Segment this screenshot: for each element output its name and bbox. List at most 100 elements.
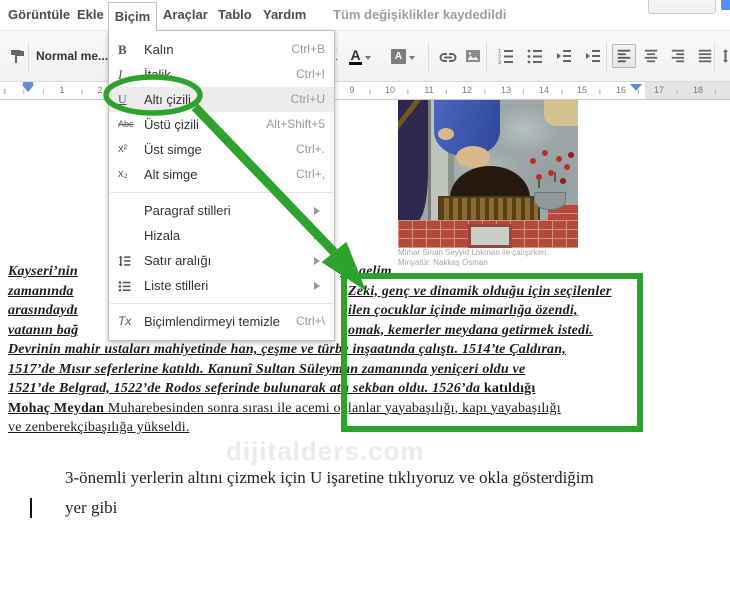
figure-caption-line1: Mimar Sinan Seyyid Lokman ile çalışırken… [398, 248, 549, 257]
left-indent-marker[interactable] [22, 85, 34, 92]
svg-text:3: 3 [498, 60, 501, 65]
insert-image-icon[interactable] [461, 44, 485, 68]
menu-item-ustu-cizili[interactable]: Abc Üstü çizili Alt+Shift+5 [109, 112, 334, 137]
menu-item-satir-araligi[interactable]: Satır aralığı [109, 248, 334, 273]
line-spacing-icon[interactable] [719, 44, 730, 68]
ruler-number: 10 [382, 85, 398, 96]
doc-text-line: 1517’de Mısır seferlerine katıldı. Kanun… [8, 361, 526, 377]
menu-item-alti-cizili[interactable]: U Altı çizili Ctrl+U [109, 87, 334, 112]
right-indent-marker[interactable] [630, 84, 642, 91]
underline-icon: U [118, 92, 127, 106]
menu-item-kalin[interactable]: B Kalın Ctrl+B [109, 37, 334, 62]
clear-formatting-icon: Tx [118, 314, 132, 328]
menu-goruntule[interactable]: Görüntüle [8, 0, 70, 30]
ruler-number: 17 [651, 85, 667, 96]
submenu-arrow-icon [314, 232, 324, 240]
ruler-number: 9 [347, 85, 357, 96]
ruler-number: 1 [57, 85, 67, 96]
red-flower [568, 152, 574, 158]
menu-item-alt-simge[interactable]: x₂ Alt simge Ctrl+, [109, 162, 334, 187]
miniature-image[interactable] [398, 100, 578, 248]
align-left-button[interactable] [612, 44, 636, 68]
red-flower [542, 150, 548, 156]
red-flower [564, 164, 570, 170]
comments-button-partial[interactable] [648, 0, 716, 14]
hands [456, 146, 490, 168]
menu-item-ust-simge[interactable]: x² Üst simge Ctrl+. [109, 137, 334, 162]
align-right-button[interactable] [666, 44, 690, 68]
framed-panel [468, 224, 512, 248]
ruler-number: 2 [95, 85, 105, 96]
note-text-line2: yer gibi [65, 498, 118, 517]
ruler-number: 14 [536, 85, 552, 96]
underline-button-partial[interactable]: U [336, 47, 341, 67]
highlight-color-button[interactable]: A [386, 44, 420, 68]
insert-link-icon[interactable] [436, 44, 460, 68]
toolbar-separator [28, 42, 29, 72]
toolbar-separator [428, 42, 429, 72]
submenu-arrow-icon [314, 257, 324, 265]
menu-araclar[interactable]: Araçlar [163, 0, 208, 30]
paint-format-icon[interactable] [6, 44, 30, 68]
red-flower [548, 170, 554, 176]
toolbar-separator [606, 42, 607, 72]
chevron-down-icon [364, 55, 371, 63]
ruler-number: 15 [574, 85, 590, 96]
bold-icon: B [118, 42, 127, 57]
save-status: Tüm değişiklikler kaydedildi [333, 7, 507, 22]
menu-item-bicimlendirmeyi-temizle[interactable]: Tx Biçimlendirmeyi temizle Ctrl+\ [109, 309, 334, 334]
ruler-number: 18 [690, 85, 706, 96]
note-text-line1: 3-önemli yerlerin altını çizmek için U i… [65, 468, 594, 487]
numbered-list-icon[interactable]: 123 [494, 44, 518, 68]
submenu-arrow-icon [314, 282, 324, 290]
red-flower [530, 158, 536, 164]
menu-item-italik[interactable]: I İtalik Ctrl+I [109, 62, 334, 87]
ornate-gold-box [438, 196, 540, 222]
menu-item-hizala[interactable]: Hizala [109, 223, 334, 248]
ruler-number: 12 [459, 85, 475, 96]
align-center-button[interactable] [639, 44, 663, 68]
menu-item-paragraf-stilleri[interactable]: Paragraf stilleri [109, 198, 334, 223]
red-flower [536, 174, 542, 180]
submenu-arrow-icon [314, 207, 324, 215]
line-spacing-icon [118, 248, 140, 273]
menu-yardim[interactable]: Yardım [263, 0, 306, 30]
menu-ekle[interactable]: Ekle [77, 0, 104, 30]
menu-separator [110, 303, 333, 304]
hand [438, 128, 454, 140]
ruler-number: 13 [498, 85, 514, 96]
flower-stem [554, 172, 556, 182]
share-button-partial[interactable] [721, 0, 730, 10]
list-styles-icon [118, 273, 140, 298]
text-cursor [30, 498, 32, 518]
italic-icon: I [118, 67, 123, 82]
text-color-button[interactable]: A [344, 44, 376, 68]
bulleted-list-icon[interactable] [523, 44, 547, 68]
ruler-number: 11 [422, 85, 436, 96]
doc-text-line: Mohaç Meydan Muharebesinden sonra sırası… [8, 400, 561, 416]
decrease-indent-icon[interactable] [552, 44, 576, 68]
menu-separator [110, 192, 333, 193]
superscript-icon: x² [118, 143, 128, 155]
toolbar-separator [714, 42, 715, 72]
subscript-icon: x₂ [118, 168, 128, 180]
menu-bicim[interactable]: Biçim [108, 2, 157, 31]
menu-tablo[interactable]: Tablo [218, 0, 252, 30]
format-menu: B Kalın Ctrl+B I İtalik Ctrl+I U Altı çi… [108, 30, 335, 341]
beige-figure [544, 100, 578, 126]
menu-item-liste-stilleri[interactable]: Liste stilleri [109, 273, 334, 298]
watermark: dijitalders.com [226, 436, 425, 466]
red-flower [560, 178, 566, 184]
ruler-number: 16 [613, 85, 629, 96]
doc-text-line: Devrinin mahir ustaları mahiyetinde han,… [8, 342, 566, 357]
chevron-down-icon [409, 55, 415, 63]
flower-vase [534, 192, 566, 210]
increase-indent-icon[interactable] [581, 44, 605, 68]
red-flower [556, 156, 562, 162]
toolbar-separator [486, 42, 487, 72]
google-docs-window: Görüntüle Ekle Araçlar Tablo Yardım Tüm … [0, 0, 730, 616]
paragraph-style-selector[interactable]: Normal me... [36, 44, 108, 68]
strikethrough-icon: Abc [118, 119, 134, 129]
doc-text-line: 1521’de Belgrad, 1522’de Rodos seferinde… [8, 381, 536, 396]
dark-dome [450, 166, 530, 198]
